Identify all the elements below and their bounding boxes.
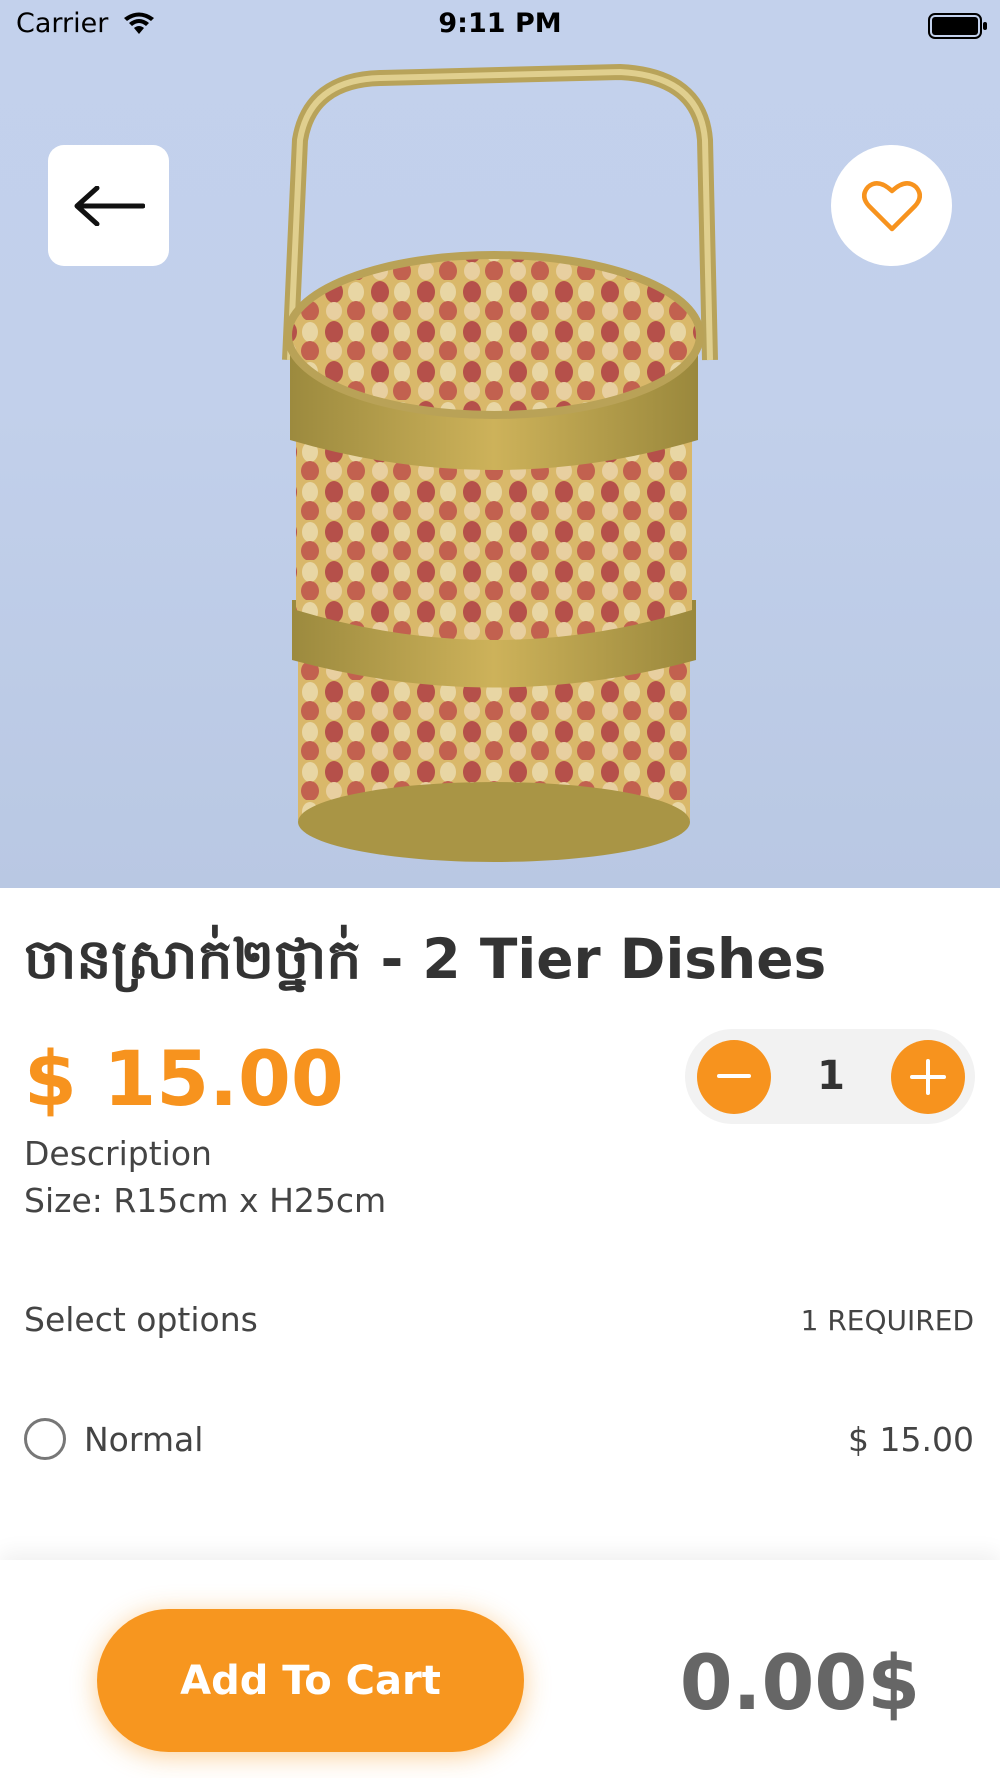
product-image: Carrier 9:11 PM — [0, 0, 1000, 888]
increase-quantity-button[interactable] — [891, 1040, 965, 1114]
product-price: $ 15.00 — [24, 1034, 344, 1123]
battery-icon — [928, 12, 988, 47]
product-title: ចានស្រាក់២ថ្នាក់ - 2 Tier Dishes — [24, 927, 827, 991]
radio-button[interactable] — [24, 1418, 66, 1460]
description-text: Size: R15cm x H25cm — [24, 1181, 387, 1220]
description-label: Description — [24, 1134, 212, 1173]
minus-icon — [717, 1074, 751, 1078]
favorite-button[interactable] — [831, 145, 952, 266]
option-price: $ 15.00 — [848, 1420, 974, 1459]
cart-total: 0.00$ — [679, 1638, 921, 1727]
quantity-value: 1 — [817, 1053, 845, 1099]
decrease-quantity-button[interactable] — [697, 1040, 771, 1114]
option-row-normal[interactable]: Normal $ 15.00 — [0, 1416, 1000, 1466]
heart-outline-icon — [861, 180, 922, 231]
options-heading: Select options — [24, 1300, 258, 1339]
quantity-stepper: 1 — [685, 1029, 975, 1124]
back-button[interactable] — [48, 145, 169, 266]
status-bar: Carrier 9:11 PM — [0, 0, 1000, 50]
required-badge: 1 REQUIRED — [800, 1304, 974, 1337]
bottom-bar: Add To Cart 0.00$ — [0, 1560, 1000, 1778]
clock: 9:11 PM — [438, 8, 562, 39]
basket-illustration — [282, 63, 718, 862]
arrow-left-icon — [74, 185, 145, 226]
option-name: Normal — [84, 1420, 204, 1459]
add-to-cart-button[interactable]: Add To Cart — [97, 1609, 524, 1752]
plus-icon — [910, 1059, 946, 1095]
